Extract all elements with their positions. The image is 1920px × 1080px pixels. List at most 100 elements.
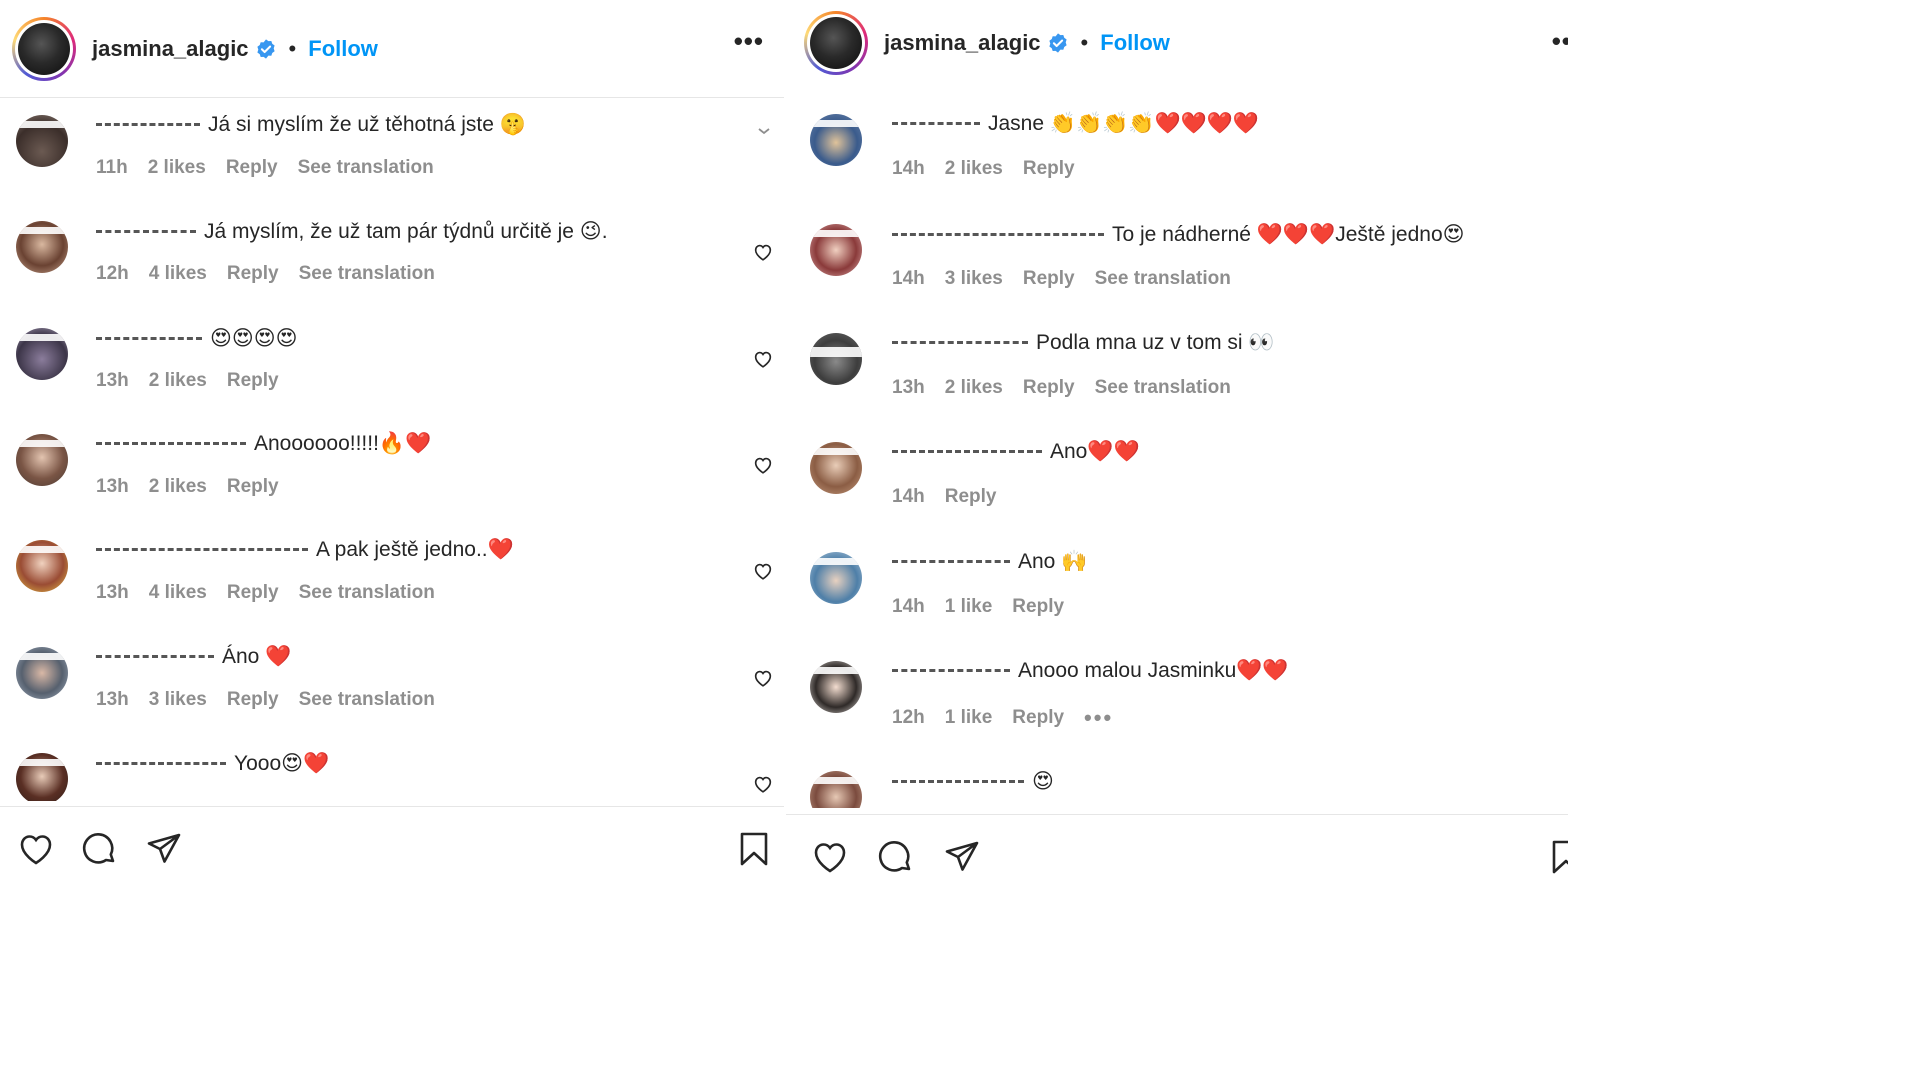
reply-button[interactable]: Reply bbox=[227, 263, 279, 285]
reply-button[interactable]: Reply bbox=[227, 476, 279, 498]
comment-likes[interactable]: 3 likes bbox=[945, 268, 1003, 290]
comment-text: Ano❤️❤️ bbox=[1050, 440, 1140, 463]
commenter-avatar[interactable] bbox=[810, 442, 862, 494]
commenter-avatar[interactable] bbox=[16, 328, 68, 380]
comment-likes[interactable]: 2 likes bbox=[945, 377, 1003, 399]
commenter-username[interactable] bbox=[96, 123, 200, 133]
commenter-avatar[interactable] bbox=[16, 647, 68, 699]
like-comment-heart-icon[interactable] bbox=[752, 560, 774, 582]
see-translation-button[interactable]: See translation bbox=[1095, 268, 1231, 290]
profile-avatar[interactable] bbox=[12, 16, 76, 81]
more-options-button[interactable]: ••• bbox=[734, 26, 764, 57]
heart-icon[interactable] bbox=[810, 837, 850, 877]
comment-likes[interactable]: 3 likes bbox=[149, 689, 207, 711]
like-comment-heart-icon[interactable] bbox=[752, 773, 774, 795]
post-header: jasmina_alagic • Follow ••• bbox=[786, 0, 1568, 86]
commenter-avatar[interactable] bbox=[810, 552, 862, 604]
comment-list[interactable]: Jasne 👏👏👏👏❤️❤️❤️❤️ 14h 2 likes Reply To je… bbox=[786, 88, 1568, 808]
reply-button[interactable]: Reply bbox=[227, 370, 279, 392]
comment-text: Áno ❤️ bbox=[222, 645, 292, 668]
commenter-username[interactable] bbox=[892, 122, 980, 132]
reply-button[interactable]: Reply bbox=[945, 486, 997, 508]
post-actions-bar bbox=[0, 806, 784, 884]
comment-likes[interactable]: 4 likes bbox=[149, 263, 207, 285]
see-translation-button[interactable]: See translation bbox=[299, 689, 435, 711]
verified-badge-icon bbox=[256, 38, 275, 59]
commenter-username[interactable] bbox=[892, 341, 1028, 351]
profile-username[interactable]: jasmina_alagic bbox=[884, 30, 1041, 56]
like-comment-heart-icon[interactable] bbox=[752, 454, 774, 476]
like-comment-heart-icon[interactable] bbox=[752, 667, 774, 689]
comment-time: 12h bbox=[96, 263, 129, 284]
comment-time: 13h bbox=[96, 582, 129, 603]
see-translation-button[interactable]: See translation bbox=[1095, 377, 1231, 399]
commenter-avatar[interactable] bbox=[16, 753, 68, 801]
commenter-avatar[interactable] bbox=[16, 115, 68, 167]
reply-button[interactable]: Reply bbox=[1023, 158, 1075, 180]
commenter-username[interactable] bbox=[892, 669, 1010, 679]
commenter-username[interactable] bbox=[96, 229, 196, 240]
comment-text: Jasne 👏👏👏👏❤️❤️❤️❤️ bbox=[988, 112, 1260, 135]
comment-icon[interactable] bbox=[876, 837, 916, 877]
follow-button[interactable]: Follow bbox=[1100, 30, 1170, 56]
comment-item: Anoooooo!!!!!🔥❤️ 13h 2 likes Reply bbox=[0, 418, 784, 518]
share-icon[interactable] bbox=[144, 829, 184, 869]
more-options-button[interactable]: ••• bbox=[1552, 26, 1568, 57]
commenter-avatar[interactable] bbox=[16, 540, 68, 592]
reply-button[interactable]: Reply bbox=[1012, 707, 1064, 729]
reply-button[interactable]: Reply bbox=[227, 582, 279, 604]
comment-time: 13h bbox=[96, 370, 129, 391]
commenter-username[interactable] bbox=[892, 779, 1024, 790]
comment-likes[interactable]: 2 likes bbox=[149, 370, 207, 392]
comment-list[interactable]: Já si myslím že už těhotná jste 🤫 11h 2 l… bbox=[0, 99, 784, 801]
comment-item: A pak ještě jedno..❤️ 13h 4 likes Reply See… bbox=[0, 524, 784, 624]
commenter-username[interactable] bbox=[96, 548, 308, 558]
commenter-username[interactable] bbox=[96, 336, 202, 347]
commenter-username[interactable] bbox=[892, 232, 1104, 243]
comment-options-button[interactable]: ••• bbox=[1084, 705, 1113, 731]
profile-avatar[interactable] bbox=[804, 11, 868, 75]
commenter-avatar[interactable] bbox=[810, 771, 862, 808]
comment-item: Ano 🙌 14h 1 like Reply bbox=[786, 532, 1568, 632]
bookmark-icon[interactable] bbox=[1546, 837, 1568, 877]
commenter-username[interactable] bbox=[892, 450, 1042, 460]
share-icon[interactable] bbox=[942, 837, 982, 877]
commenter-username[interactable] bbox=[96, 442, 246, 452]
comment-time: 13h bbox=[892, 377, 925, 398]
reply-button[interactable]: Reply bbox=[1023, 377, 1075, 399]
comment-time: 13h bbox=[96, 689, 129, 710]
post-panel-left: jasmina_alagic • Follow ••• Já si myslím… bbox=[0, 0, 784, 884]
reply-button[interactable]: Reply bbox=[227, 689, 279, 711]
see-translation-button[interactable]: See translation bbox=[299, 263, 435, 285]
reply-button[interactable]: Reply bbox=[1023, 268, 1075, 290]
follow-button[interactable]: Follow bbox=[308, 36, 378, 62]
commenter-username[interactable] bbox=[892, 560, 1010, 570]
comment-likes[interactable]: 2 likes bbox=[945, 158, 1003, 180]
like-comment-heart-icon[interactable] bbox=[752, 348, 774, 370]
heart-icon[interactable] bbox=[16, 829, 56, 869]
commenter-avatar[interactable] bbox=[810, 333, 862, 385]
commenter-username[interactable] bbox=[96, 761, 226, 772]
profile-username[interactable]: jasmina_alagic bbox=[92, 36, 249, 62]
like-comment-heart-icon[interactable] bbox=[752, 241, 774, 263]
comment-likes[interactable]: 4 likes bbox=[149, 582, 207, 604]
commenter-avatar[interactable] bbox=[16, 434, 68, 486]
comment-icon[interactable] bbox=[80, 829, 120, 869]
reply-button[interactable]: Reply bbox=[226, 157, 278, 179]
comment-likes[interactable]: 1 like bbox=[945, 707, 993, 729]
bookmark-icon[interactable] bbox=[734, 829, 774, 869]
chevron-down-icon[interactable] bbox=[756, 123, 772, 139]
commenter-avatar[interactable] bbox=[16, 221, 68, 273]
commenter-avatar[interactable] bbox=[810, 224, 862, 276]
commenter-username[interactable] bbox=[96, 655, 214, 665]
comment-likes[interactable]: 1 like bbox=[945, 596, 993, 618]
comment-likes[interactable]: 2 likes bbox=[148, 157, 206, 179]
comment-likes[interactable]: 2 likes bbox=[149, 476, 207, 498]
see-translation-button[interactable]: See translation bbox=[298, 157, 434, 179]
see-translation-button[interactable]: See translation bbox=[299, 582, 435, 604]
commenter-avatar[interactable] bbox=[810, 661, 862, 713]
comment-item: Já myslím, že už tam pár týdnů určitě je… bbox=[0, 205, 784, 305]
reply-button[interactable]: Reply bbox=[1012, 596, 1064, 618]
verified-badge-icon bbox=[1048, 33, 1067, 53]
commenter-avatar[interactable] bbox=[810, 114, 862, 166]
